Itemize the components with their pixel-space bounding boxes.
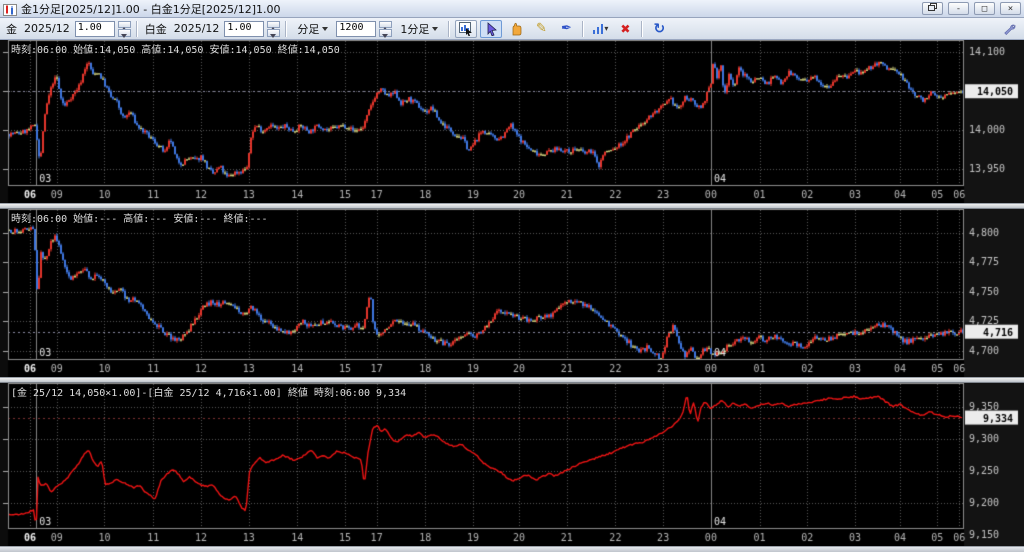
chart-type-menu-button[interactable]: ▾ xyxy=(589,20,611,38)
pen-annotate-tool-button[interactable]: ✒ xyxy=(555,20,577,38)
close-button[interactable]: × xyxy=(1000,2,1021,15)
maximize-button[interactable]: □ xyxy=(974,2,995,15)
spin-up-icon[interactable] xyxy=(118,21,131,29)
delete-x-icon: ✖ xyxy=(620,23,630,35)
app-candlestick-icon xyxy=(3,3,17,15)
platinum-candlestick-chart[interactable] xyxy=(0,209,1024,377)
window-title: 金1分足[2025/12]1.00 - 白金1分足[2025/12]1.00 xyxy=(21,1,917,17)
toolbar-separator xyxy=(136,21,138,37)
float-window-button[interactable] xyxy=(922,2,943,15)
bars-count-spinner[interactable] xyxy=(379,21,392,37)
chevron-down-icon: ▾ xyxy=(604,23,608,35)
pointer-arrow-icon xyxy=(485,22,498,36)
refresh-chart-button[interactable]: ↻ xyxy=(648,20,670,38)
gold-multiplier-input[interactable]: 1.00 xyxy=(75,21,115,37)
toolbar: 金 2025/12 1.00 白金 2025/12 1.00 分足 1200 1… xyxy=(0,18,1024,40)
spread-chart-panel: [金 25/12 14,050×1.00]-[白金 25/12 4,716×1.… xyxy=(0,383,1024,546)
chart-cursor-tool-button[interactable] xyxy=(455,20,477,38)
spin-down-icon[interactable] xyxy=(379,29,392,37)
timeframe-dropdown[interactable]: 1分足 xyxy=(395,19,443,39)
refresh-icon: ↻ xyxy=(654,23,666,35)
toolbar-separator xyxy=(448,21,450,37)
gold-contract-month: 2025/12 xyxy=(22,22,72,35)
gold-platinum-spread-chart[interactable] xyxy=(0,383,1024,546)
toolbar-separator xyxy=(641,21,643,37)
bar-chart-icon xyxy=(592,22,604,35)
minimize-button[interactable]: - xyxy=(948,2,969,15)
pencil-draw-tool-button[interactable]: ✎ xyxy=(530,20,552,38)
spin-down-icon[interactable] xyxy=(267,29,280,37)
bars-count-input[interactable]: 1200 xyxy=(336,21,376,37)
pointer-tool-button[interactable] xyxy=(480,20,502,38)
platinum-multiplier-spinner[interactable] xyxy=(267,21,280,37)
spin-up-icon[interactable] xyxy=(379,21,392,29)
chart-application-window: 金1分足[2025/12]1.00 - 白金1分足[2025/12]1.00 -… xyxy=(0,0,1024,552)
pen-icon: ✒ xyxy=(561,23,572,35)
toolbar-separator xyxy=(582,21,584,37)
interval-type-dropdown[interactable]: 分足 xyxy=(292,19,333,39)
platinum-multiplier-input[interactable]: 1.00 xyxy=(224,21,264,37)
platinum-chart-panel: 時刻:06:00 始値:--- 高値:--- 安値:--- 終値:--- xyxy=(0,209,1024,377)
gold-label: 金 xyxy=(4,21,19,37)
hand-pan-tool-button[interactable] xyxy=(505,20,527,38)
wrench-icon xyxy=(1002,22,1016,36)
spin-up-icon[interactable] xyxy=(267,21,280,29)
titlebar: 金1分足[2025/12]1.00 - 白金1分足[2025/12]1.00 -… xyxy=(0,0,1024,18)
spin-down-icon[interactable] xyxy=(118,29,131,37)
chevron-down-icon xyxy=(432,27,438,34)
window-bottom-edge xyxy=(0,546,1024,552)
gold-chart-panel: 時刻:06:00 始値:14,050 高値:14,050 安値:14,050 終… xyxy=(0,40,1024,203)
delete-drawings-button[interactable]: ✖ xyxy=(614,20,636,38)
gold-multiplier-spinner[interactable] xyxy=(118,21,131,37)
platinum-label: 白金 xyxy=(143,21,169,37)
platinum-contract-month: 2025/12 xyxy=(172,22,222,35)
pencil-icon: ✎ xyxy=(536,23,547,35)
settings-wrench-button[interactable] xyxy=(998,20,1020,38)
chart-cursor-icon xyxy=(459,22,473,36)
chevron-down-icon xyxy=(322,27,328,34)
toolbar-separator xyxy=(285,21,287,37)
hand-icon xyxy=(509,22,523,36)
gold-candlestick-chart[interactable] xyxy=(0,40,1024,203)
